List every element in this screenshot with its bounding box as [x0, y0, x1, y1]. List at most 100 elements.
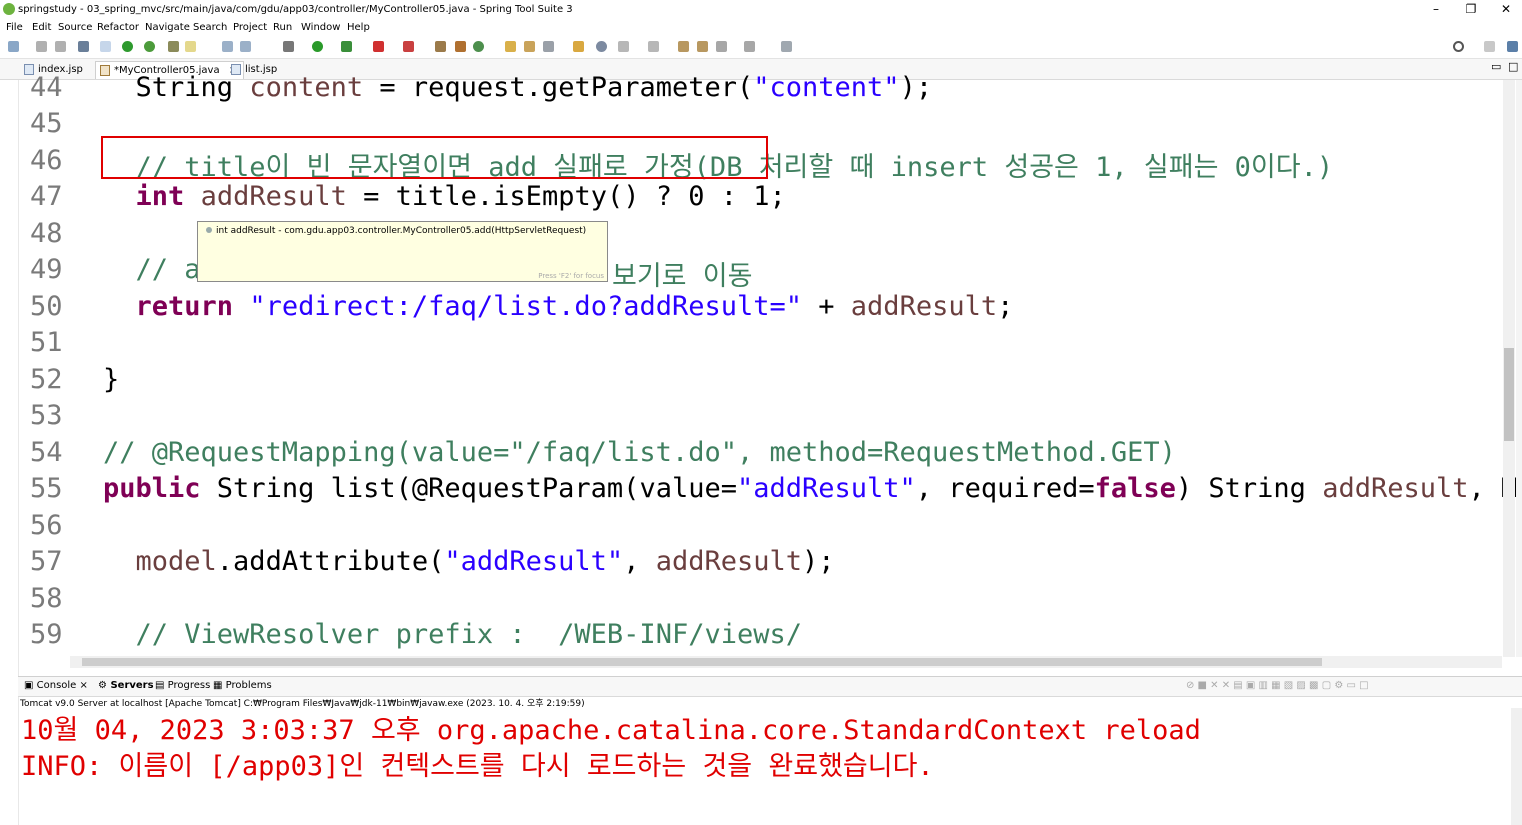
line-number: 51	[30, 327, 63, 358]
back-icon[interactable]	[716, 41, 727, 52]
line-number: 55	[30, 473, 63, 504]
code-line-59: // ViewResolver prefix : /WEB-INF/views/	[135, 619, 802, 650]
new-class-icon[interactable]	[473, 41, 484, 52]
tab-servers[interactable]: ⚙ Servers	[98, 680, 154, 691]
block-select-icon[interactable]	[240, 41, 251, 52]
console-vertical-scrollbar[interactable]	[1511, 708, 1522, 825]
pin-editor-icon[interactable]	[781, 41, 792, 52]
line-number: 54	[30, 437, 63, 468]
toggle-icon[interactable]	[100, 41, 111, 52]
overview-ruler	[1516, 80, 1522, 657]
minimize-editor-icon[interactable]: ▭	[1491, 60, 1501, 73]
code-line-50: return "redirect:/faq/list.do?addResult=…	[135, 291, 1014, 322]
line-number: 58	[30, 583, 63, 614]
highlight-box	[101, 136, 768, 179]
code-line-52: }	[103, 364, 120, 395]
window-title: springstudy - 03_spring_mvc/src/main/jav…	[18, 4, 573, 15]
console-line: INFO: 이름이 [/app03]인 컨텍스트를 다시 로드하는 것을 완료했…	[21, 751, 934, 782]
code-line-55: public String list(@RequestParam(value="…	[103, 473, 1522, 504]
java-ee-perspective-icon[interactable]	[1507, 41, 1518, 52]
line-number: 50	[30, 291, 63, 322]
forward-icon[interactable]	[744, 41, 755, 52]
run-as-icon[interactable]	[341, 41, 352, 52]
tab-console[interactable]: ▣ Console ×	[24, 680, 88, 691]
menu-run[interactable]: Run	[273, 22, 292, 33]
debug-icon[interactable]	[283, 41, 294, 52]
menu-source[interactable]: Source	[58, 22, 92, 33]
menu-search[interactable]: Search	[193, 22, 227, 33]
code-line-49-tail: 보기로 이동	[612, 261, 753, 292]
menu-file[interactable]: File	[6, 22, 23, 33]
field-icon	[206, 227, 212, 233]
menu-edit[interactable]: Edit	[32, 22, 51, 33]
hover-tooltip: int addResult - com.gdu.app03.controller…	[197, 221, 608, 282]
menu-project[interactable]: Project	[233, 22, 267, 33]
console-line: 10월 04, 2023 3:03:37 오후 org.apache.catal…	[21, 715, 1201, 746]
line-number: 48	[30, 218, 63, 249]
editor-horizontal-scrollbar[interactable]	[70, 656, 1502, 668]
line-number: 49	[30, 254, 63, 285]
new-server-icon[interactable]	[435, 41, 446, 52]
back-history-icon[interactable]	[697, 41, 708, 52]
new-icon[interactable]	[8, 41, 19, 52]
open-perspective-icon[interactable]	[1484, 41, 1495, 52]
new-package-icon[interactable]	[455, 41, 466, 52]
tab-problems[interactable]: ▦ Problems	[213, 680, 272, 691]
save-icon[interactable]	[36, 41, 47, 52]
mark-occurrences-icon[interactable]	[168, 41, 179, 52]
line-number: 52	[30, 364, 63, 395]
refresh-icon[interactable]	[144, 41, 155, 52]
left-trim-stack	[0, 80, 19, 825]
menu-bar: File Edit Source Refactor Navigate Searc…	[0, 19, 1522, 36]
code-line-54: // @RequestMapping(value="/faq/list.do",…	[103, 437, 1176, 468]
menu-navigate[interactable]: Navigate	[145, 22, 190, 33]
next-annotation-icon[interactable]	[618, 41, 629, 52]
print-icon[interactable]	[78, 41, 89, 52]
menu-window[interactable]: Window	[301, 22, 340, 33]
open-type-icon[interactable]	[505, 41, 516, 52]
open-resource-icon[interactable]	[573, 41, 584, 52]
scroll-thumb[interactable]	[1504, 348, 1514, 441]
search-tb-icon[interactable]	[543, 41, 554, 52]
title-bar: springstudy - 03_spring_mvc/src/main/jav…	[0, 0, 1522, 19]
search-icon[interactable]	[1453, 41, 1464, 52]
main-toolbar	[0, 36, 1522, 59]
save-all-icon[interactable]	[55, 41, 66, 52]
last-edit-icon[interactable]	[678, 41, 689, 52]
run-icon[interactable]	[312, 41, 323, 52]
tooltip-text: int addResult - com.gdu.app03.controller…	[206, 226, 586, 236]
code-line-49: // a	[135, 254, 201, 285]
line-number: 47	[30, 181, 63, 212]
line-number: 57	[30, 546, 63, 577]
tooltip-footer: Press 'F2' for focus	[538, 272, 604, 280]
console-tabs: ▣ Console × ⚙ Servers ▤ Progress ▦ Probl…	[18, 676, 1522, 697]
code-line-44: String content = request.getParameter("c…	[135, 72, 933, 103]
tab-progress[interactable]: ▤ Progress	[155, 680, 210, 691]
annotation-icon[interactable]	[596, 41, 607, 52]
highlight-icon[interactable]	[185, 41, 196, 52]
line-number: 53	[30, 400, 63, 431]
open-task-icon[interactable]	[524, 41, 535, 52]
stop-icon[interactable]	[373, 41, 384, 52]
external-tools-icon[interactable]	[403, 41, 414, 52]
line-number: 45	[30, 108, 63, 139]
start-server-icon[interactable]	[122, 41, 133, 52]
menu-refactor[interactable]: Refactor	[97, 22, 139, 33]
console-toolbar-icons[interactable]: ⊘ ■ ✕ ✕ ▤ ▣ ▥ ▦ ▧ ▨ ▩ ▢ ⚙ ▭ □	[1186, 680, 1369, 691]
menu-help[interactable]: Help	[347, 22, 370, 33]
prev-annotation-icon[interactable]	[648, 41, 659, 52]
scroll-thumb[interactable]	[82, 658, 1322, 666]
show-whitespace-icon[interactable]	[222, 41, 233, 52]
minimize-button[interactable]: –	[1421, 1, 1451, 18]
line-number: 56	[30, 510, 63, 541]
close-button[interactable]: ✕	[1491, 1, 1521, 18]
editor-vertical-scrollbar[interactable]	[1503, 80, 1515, 657]
code-line-47: int addResult = title.isEmpty() ? 0 : 1;	[135, 181, 786, 212]
code-line-57: model.addAttribute("addResult", addResul…	[135, 546, 835, 577]
spring-logo-icon	[3, 3, 15, 15]
line-number: 46	[30, 145, 63, 176]
line-number: 59	[30, 619, 63, 650]
line-number: 44	[30, 72, 63, 103]
restore-button[interactable]: ❐	[1456, 1, 1486, 18]
maximize-editor-icon[interactable]: □	[1508, 60, 1518, 73]
